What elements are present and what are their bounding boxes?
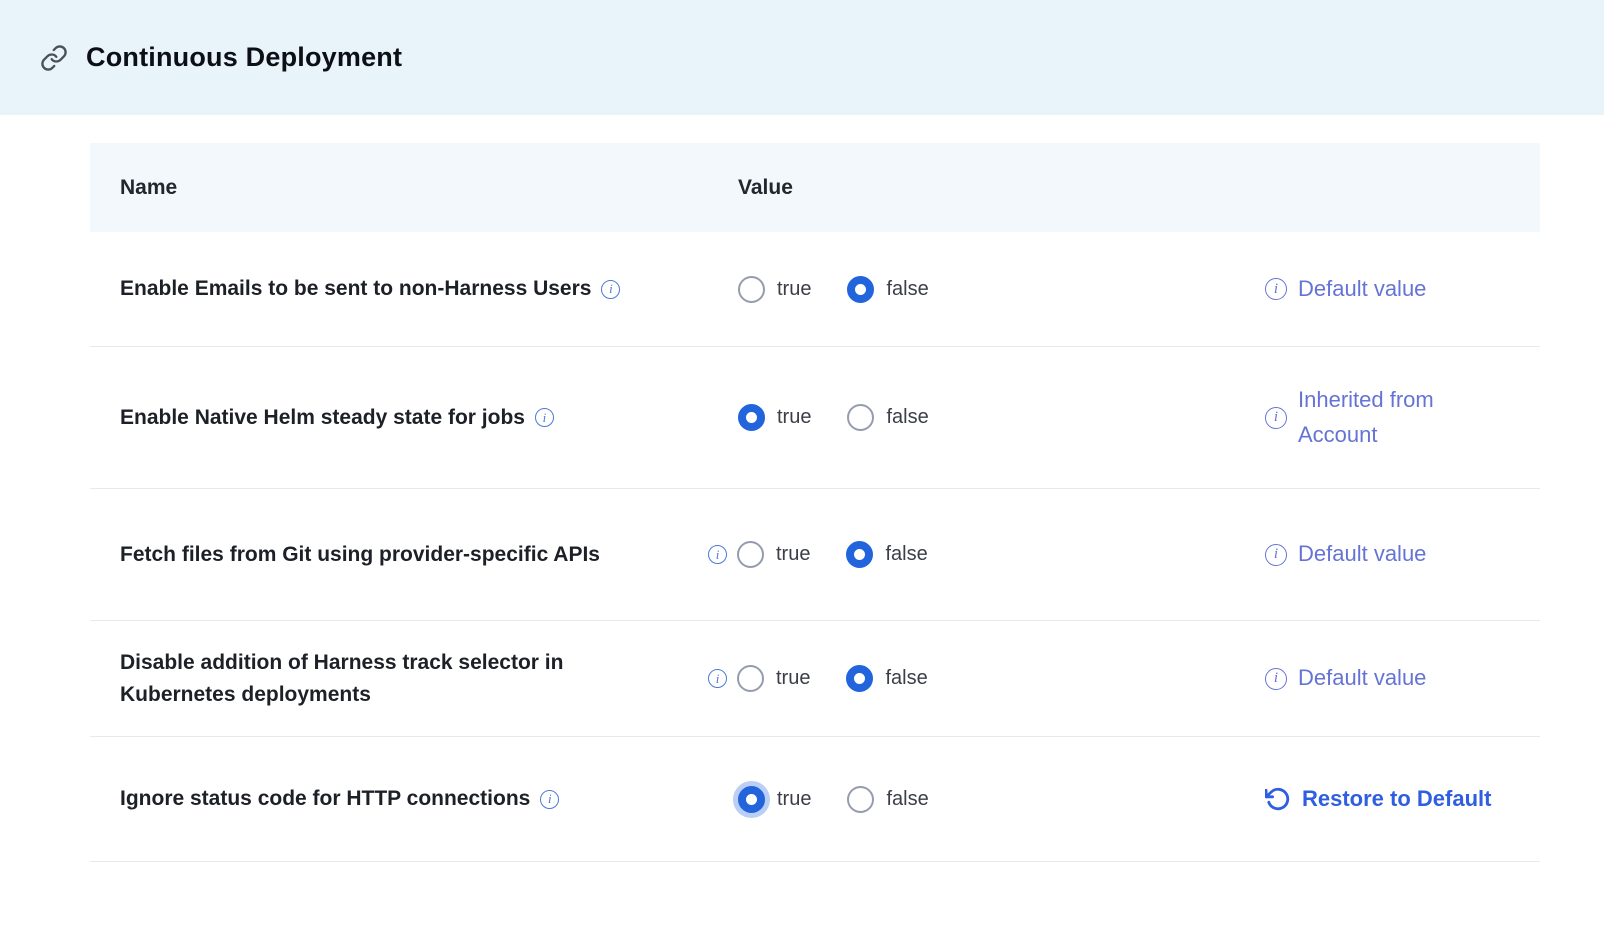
radio-label: false xyxy=(885,667,927,690)
setting-name-cell: Ignore status code for HTTP connections i xyxy=(120,783,738,815)
status-label: Default value xyxy=(1298,272,1426,306)
radio-option-true[interactable]: true xyxy=(738,786,811,813)
setting-name: Enable Emails to be sent to non-Harness … xyxy=(120,277,591,300)
info-icon[interactable]: i xyxy=(601,280,620,299)
status-label: Inherited from Account xyxy=(1298,383,1498,451)
radio-icon[interactable] xyxy=(738,276,765,303)
radio-option-true[interactable]: true xyxy=(737,541,810,568)
setting-row: Ignore status code for HTTP connections i… xyxy=(90,737,1540,862)
info-icon[interactable]: i xyxy=(535,408,554,427)
status-cell: Restore to Default xyxy=(1265,782,1540,816)
status-cell: i Default value xyxy=(1265,272,1540,306)
status-cell: i Default value xyxy=(1265,537,1540,571)
setting-name: Disable addition of Harness track select… xyxy=(120,651,563,706)
setting-row: Enable Emails to be sent to non-Harness … xyxy=(90,232,1540,347)
radio-option-false[interactable]: false xyxy=(847,786,928,813)
radio-group: true false xyxy=(738,404,1265,431)
radio-group: i true false xyxy=(708,541,1265,568)
radio-label: true xyxy=(776,667,810,690)
radio-label: false xyxy=(886,278,928,301)
radio-option-true[interactable]: true xyxy=(738,404,811,431)
radio-icon[interactable] xyxy=(846,665,873,692)
column-header-name: Name xyxy=(120,176,738,200)
radio-group: true false xyxy=(738,786,1265,813)
radio-icon[interactable] xyxy=(846,541,873,568)
radio-label: false xyxy=(886,406,928,429)
section-header: Continuous Deployment xyxy=(0,0,1604,115)
setting-row: Fetch files from Git using provider-spec… xyxy=(90,489,1540,621)
radio-label: true xyxy=(776,543,810,566)
setting-name-cell: Fetch files from Git using provider-spec… xyxy=(120,539,738,571)
status-label: Default value xyxy=(1298,661,1426,695)
radio-label: false xyxy=(886,788,928,811)
radio-option-false[interactable]: false xyxy=(846,541,927,568)
status-cell: i Inherited from Account xyxy=(1265,383,1540,451)
radio-icon[interactable] xyxy=(737,665,764,692)
setting-name: Ignore status code for HTTP connections xyxy=(120,787,530,810)
info-icon[interactable]: i xyxy=(1265,278,1287,300)
table-header-row: Name Value xyxy=(90,143,1540,232)
radio-label: true xyxy=(777,788,811,811)
setting-name: Fetch files from Git using provider-spec… xyxy=(120,543,600,566)
radio-icon[interactable] xyxy=(847,276,874,303)
radio-option-false[interactable]: false xyxy=(847,276,928,303)
setting-name: Enable Native Helm steady state for jobs xyxy=(120,406,525,429)
settings-table: Name Value Enable Emails to be sent to n… xyxy=(90,143,1540,862)
setting-name-cell: Enable Emails to be sent to non-Harness … xyxy=(120,273,738,305)
radio-option-true[interactable]: true xyxy=(737,665,810,692)
restore-icon[interactable] xyxy=(1265,786,1291,812)
radio-group: true false xyxy=(738,276,1265,303)
radio-label: true xyxy=(777,406,811,429)
radio-label: true xyxy=(777,278,811,301)
radio-group: i true false xyxy=(708,665,1265,692)
info-icon[interactable]: i xyxy=(1265,668,1287,690)
radio-label: false xyxy=(885,543,927,566)
setting-row: Enable Native Helm steady state for jobs… xyxy=(90,347,1540,489)
restore-to-default-button[interactable]: Restore to Default xyxy=(1302,782,1491,816)
link-icon[interactable] xyxy=(40,44,68,72)
setting-row: Disable addition of Harness track select… xyxy=(90,621,1540,737)
setting-name-cell: Enable Native Helm steady state for jobs… xyxy=(120,402,738,434)
info-icon[interactable]: i xyxy=(540,790,559,809)
info-icon[interactable]: i xyxy=(708,669,727,688)
radio-icon[interactable] xyxy=(847,786,874,813)
info-icon[interactable]: i xyxy=(1265,407,1287,429)
info-icon[interactable]: i xyxy=(708,545,727,564)
status-cell: i Default value xyxy=(1265,661,1540,695)
status-label: Default value xyxy=(1298,537,1426,571)
setting-name-cell: Disable addition of Harness track select… xyxy=(120,647,738,710)
radio-icon[interactable] xyxy=(847,404,874,431)
page-title: Continuous Deployment xyxy=(86,42,402,73)
radio-option-false[interactable]: false xyxy=(847,404,928,431)
radio-icon[interactable] xyxy=(738,404,765,431)
radio-option-false[interactable]: false xyxy=(846,665,927,692)
radio-icon[interactable] xyxy=(737,541,764,568)
settings-page: Continuous Deployment Name Value Enable … xyxy=(0,0,1604,862)
radio-icon[interactable] xyxy=(738,786,765,813)
column-header-value: Value xyxy=(738,176,1265,200)
radio-option-true[interactable]: true xyxy=(738,276,811,303)
info-icon[interactable]: i xyxy=(1265,544,1287,566)
